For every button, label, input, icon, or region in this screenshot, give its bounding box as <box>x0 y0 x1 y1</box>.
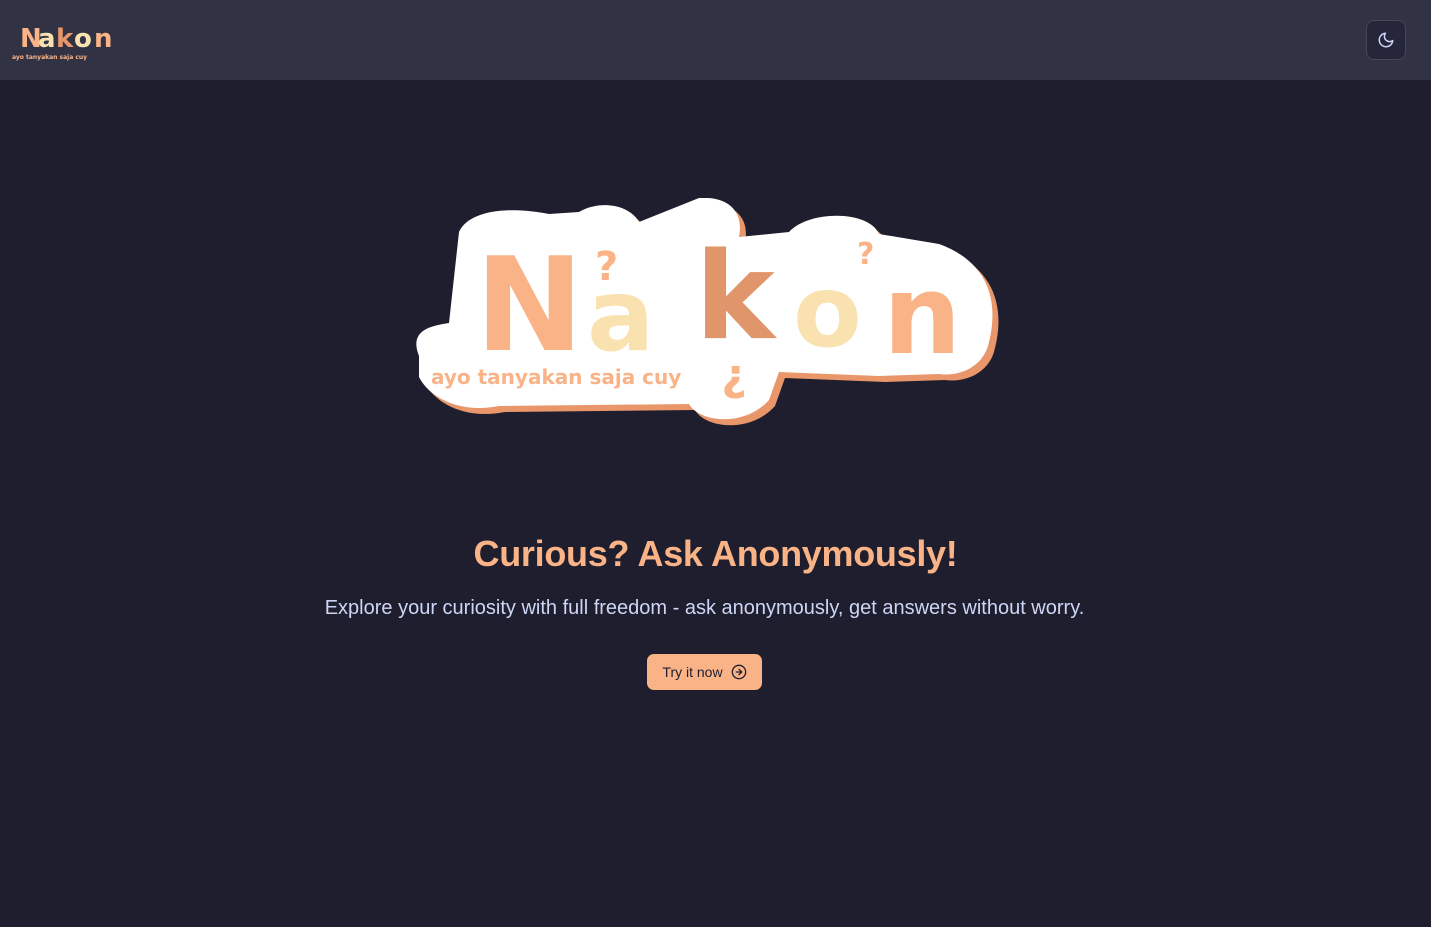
try-it-now-label: Try it now <box>662 664 723 680</box>
svg-text:o: o <box>74 24 92 54</box>
theme-toggle-button[interactable] <box>1366 20 1406 60</box>
svg-text:n: n <box>94 24 113 54</box>
hero-subtitle: Explore your curiosity with full freedom… <box>324 597 1085 619</box>
hero-logo: N a k o n ? ? ? ayo tanyakan saja cuy <box>416 198 999 426</box>
svg-text:o: o <box>793 253 862 370</box>
svg-text:a: a <box>38 24 56 54</box>
svg-text:k: k <box>56 24 74 54</box>
svg-text:k: k <box>695 228 778 367</box>
svg-text:n: n <box>883 251 961 379</box>
svg-text:N: N <box>475 229 584 381</box>
nav-logo-tagline: ayo tanyakan saja cuy <box>12 54 87 61</box>
svg-text:?: ? <box>721 355 747 406</box>
navbar: N a k o n ayo tanyakan saja cuy <box>0 0 1431 80</box>
svg-text:?: ? <box>857 237 874 272</box>
svg-text:?: ? <box>595 244 618 290</box>
arrow-right-circle-icon <box>731 664 746 680</box>
hero-logo-tagline: ayo tanyakan saja cuy <box>431 365 681 389</box>
hero-headline: Curious? Ask Anonymously! <box>473 533 958 574</box>
brand-logo[interactable]: N a k o n ayo tanyakan saja cuy <box>10 18 126 62</box>
moon-icon <box>1378 32 1394 48</box>
try-it-now-button[interactable]: Try it now <box>647 654 762 690</box>
